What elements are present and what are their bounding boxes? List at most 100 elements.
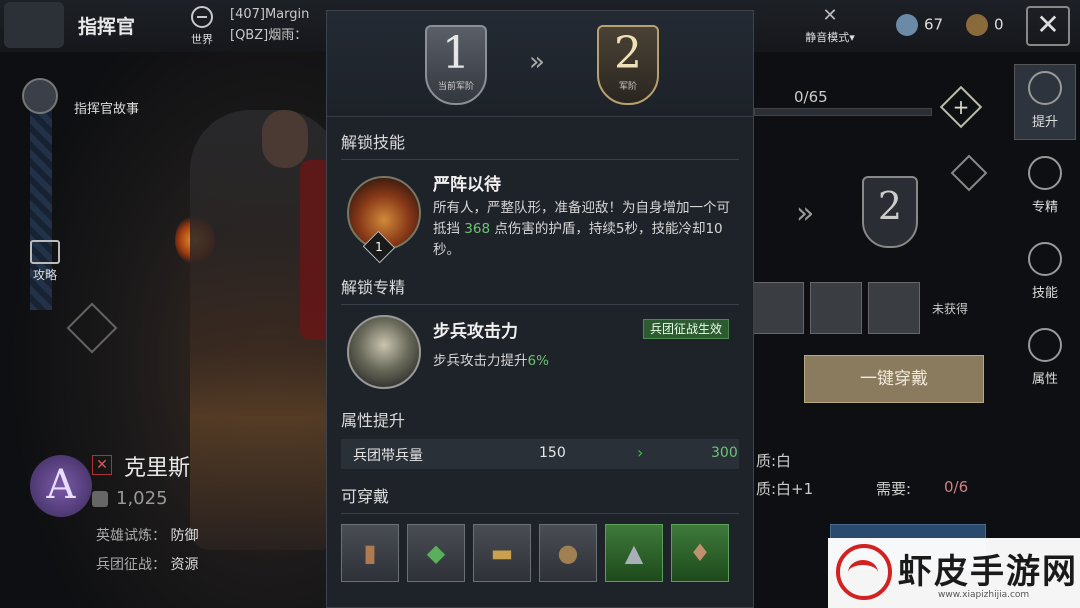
guide-button[interactable]: 攻略 <box>20 240 70 283</box>
commander-head <box>262 110 308 168</box>
skill-level-number: 1 <box>375 240 383 254</box>
equip-all-button[interactable]: 一键穿戴 <box>804 355 984 403</box>
close-button[interactable]: ✕ <box>1026 6 1070 46</box>
attr-new-value: 300 <box>711 445 738 461</box>
attribute-row: 兵团带兵量 150 › 300 <box>341 439 739 469</box>
unlocked-skill: 1 严阵以待 所有人，严整队形，准备迎敌！为自身增加一个可抵挡 368 点伤害的… <box>341 160 739 272</box>
amulet-icon: ◆ <box>426 539 446 567</box>
avatar[interactable] <box>4 2 64 48</box>
unlock-skill-title: 解锁技能 <box>341 133 406 152</box>
next-rank-shield: 2 <box>862 176 918 248</box>
double-chevron-icon: » <box>796 196 815 231</box>
spec-name: 步兵攻击力 <box>433 322 518 342</box>
medal-count: 0 <box>994 15 1004 34</box>
world-chat-label: 世界 <box>191 33 213 46</box>
wearable-item-shield[interactable]: ● <box>539 524 597 582</box>
speaker-mute-icon: ✕ <box>822 5 838 26</box>
tab-skill-label: 技能 <box>1031 286 1058 301</box>
tab-spec[interactable]: 专精 <box>1014 150 1076 226</box>
unlocked-specialty: 步兵攻击力 兵团征战生效 步兵攻击力提升6% <box>341 305 739 389</box>
wearable-item-armor[interactable]: ♦ <box>671 524 729 582</box>
trial-label: 英雄试炼： <box>96 528 166 544</box>
wearable-item-amulet[interactable]: ◆ <box>407 524 465 582</box>
status-badge: 兵团征战生效 <box>643 319 730 339</box>
gem-count: 67 <box>924 15 944 34</box>
mute-mode-button[interactable]: ✕ 静音模式▾ <box>794 4 866 48</box>
story-icon <box>22 78 58 114</box>
unobtained-label: 未获得 <box>932 302 969 316</box>
chat-line: [407]Margin <box>230 7 310 22</box>
watermark-url: www.xiapizhijia.com <box>938 590 1030 600</box>
next-rank-caption: 军阶 <box>618 82 637 92</box>
need-value: 0/6 <box>944 478 969 496</box>
book-icon <box>1028 156 1062 190</box>
wearable-item-bracer[interactable]: ▮ <box>341 524 399 582</box>
quality-label: 质:白 <box>756 452 792 470</box>
attr-name: 兵团带兵量 <box>353 448 423 464</box>
rank-progress-bar <box>754 108 932 116</box>
page-title: 指挥官 <box>78 16 136 38</box>
skill-description: 所有人，严整队形，准备迎敌！为自身增加一个可抵挡 368 点伤害的护盾，持续5秒… <box>433 198 743 261</box>
class-mark-icon: ✕ <box>92 455 112 475</box>
infantry-portrait-icon[interactable] <box>347 315 421 389</box>
commander-name: 克里斯 <box>124 456 191 481</box>
bracer-icon: ▮ <box>363 539 377 567</box>
spec-description: 步兵攻击力提升6% <box>433 349 549 369</box>
tab-upgrade[interactable]: 提升 <box>1014 64 1076 140</box>
hero-trial-info: 英雄试炼： 防御 <box>96 525 198 545</box>
rank-grade-badge: A <box>30 455 92 517</box>
tab-skill[interactable]: 技能 <box>1014 236 1076 312</box>
legion-campaign-info: 兵团征战： 资源 <box>96 554 198 574</box>
tab-attr-label: 属性 <box>1031 372 1058 387</box>
quality-label: 质:白+1 <box>756 480 814 498</box>
watermark: 虾皮手游网 www.xiapizhijia.com <box>828 538 1080 608</box>
divider <box>341 513 739 514</box>
world-chat-button[interactable]: 世界 <box>180 4 224 50</box>
tab-attr[interactable]: 属性 <box>1014 322 1076 398</box>
equipment-slot[interactable] <box>752 282 804 334</box>
gem-icon <box>896 14 918 36</box>
trial-value: 防御 <box>170 528 199 544</box>
current-rank-caption: 当前军阶 <box>437 82 474 92</box>
spec-desc-text: 步兵攻击力提升 <box>433 353 528 369</box>
wearable-title: 可穿戴 <box>341 487 390 506</box>
chat-ticker[interactable]: [407]Margin [QBZ]烟雨： <box>230 4 330 46</box>
current-rank-number: 1 <box>442 28 470 79</box>
power-icon <box>92 491 108 507</box>
plus-icon: + <box>952 95 970 119</box>
arrow-right-icon: › <box>637 443 644 462</box>
need-label: 需要: <box>876 480 912 498</box>
helmet-icon: ▲ <box>624 539 644 567</box>
right-tab-bar: 提升 专精 技能 属性 <box>1010 64 1080 608</box>
spec-bonus-value: 6% <box>527 353 549 369</box>
current-rank-shield: 1 当前军阶 <box>425 25 487 105</box>
camp-label: 兵团征战： <box>96 557 166 573</box>
unlock-spec-title: 解锁专精 <box>341 278 406 297</box>
camp-value: 资源 <box>170 557 199 573</box>
tab-spec-label: 专精 <box>1031 200 1058 215</box>
shrimp-logo-icon <box>836 544 892 600</box>
armor-icon: ♦ <box>689 539 711 567</box>
book-icon <box>30 240 60 264</box>
medal-icon <box>966 14 988 36</box>
commander-story-label: 指挥官故事 <box>74 102 140 117</box>
equipment-slot[interactable] <box>868 282 920 334</box>
equipment-slot[interactable] <box>810 282 862 334</box>
rank-header: 1 当前军阶 » 2 军阶 <box>327 11 753 117</box>
rank-upgrade-modal: 1 当前军阶 » 2 军阶 解锁技能 1 严阵以待 所有人，严整队形，准备迎敌！… <box>326 10 754 608</box>
sword-shield-icon <box>1028 328 1062 362</box>
mute-mode-label: 静音模式▾ <box>805 31 855 44</box>
fist-icon <box>1028 71 1062 105</box>
wearable-list: ▮ ◆ ▬ ● ▲ ♦ <box>341 524 739 584</box>
next-rank-shield: 2 军阶 <box>597 25 659 105</box>
power-value: 1,025 <box>92 488 168 509</box>
belt-icon: ▬ <box>490 539 514 567</box>
wearable-item-belt[interactable]: ▬ <box>473 524 531 582</box>
skill-name: 严阵以待 <box>433 175 501 195</box>
rank-progress-text: 0/65 <box>794 88 828 106</box>
attr-current-value: 150 <box>539 445 566 461</box>
wearable-item-helmet[interactable]: ▲ <box>605 524 663 582</box>
attr-boost-title: 属性提升 <box>341 411 406 430</box>
chat-line: [QBZ]烟雨： <box>230 28 308 43</box>
resource-gem-counter: 67 <box>896 14 943 36</box>
